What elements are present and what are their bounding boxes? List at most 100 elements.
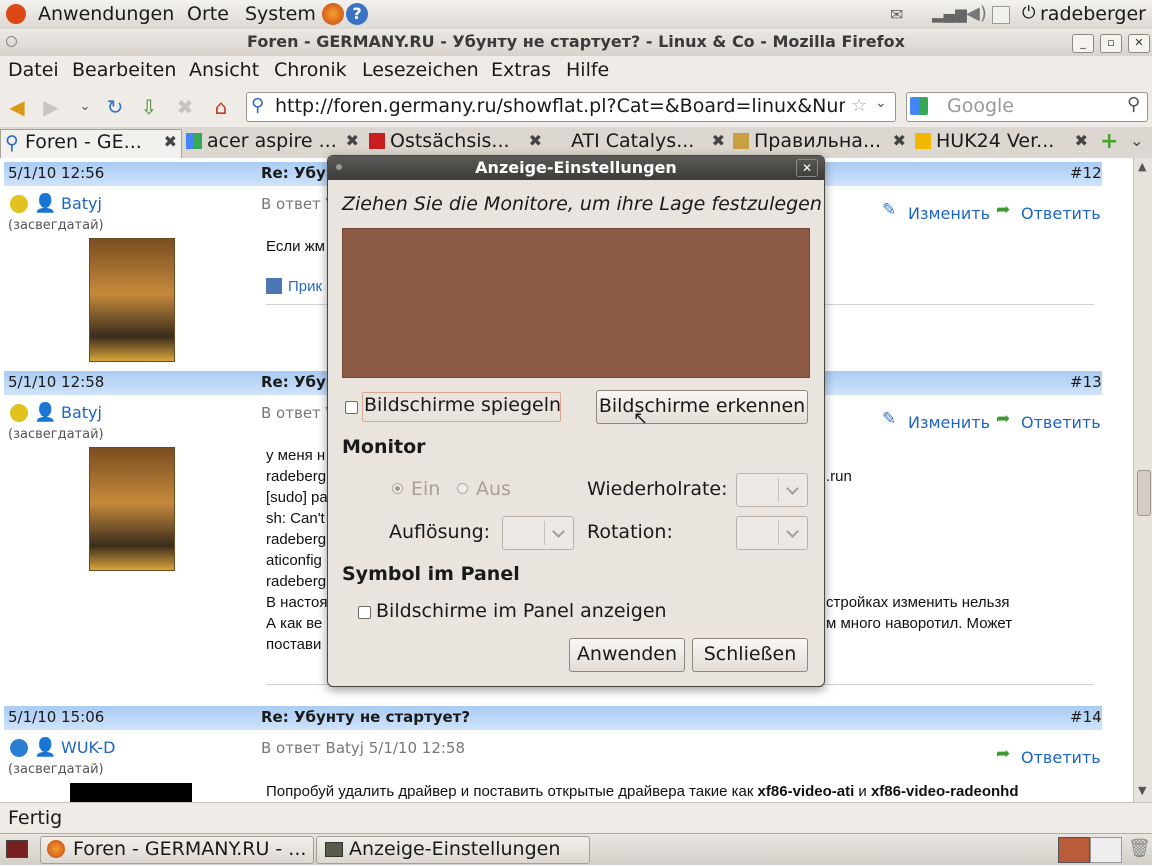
search-icon[interactable]: ⚲: [1127, 94, 1140, 115]
post-number[interactable]: #13: [1070, 373, 1102, 391]
reply-icon[interactable]: ➦: [996, 200, 1010, 220]
forward-icon[interactable]: ▶: [40, 96, 62, 118]
username[interactable]: radeberger: [1040, 3, 1146, 25]
reload-icon[interactable]: ↻: [104, 96, 126, 118]
tab-ati-catalyst[interactable]: ATI Catalys... ✖: [549, 129, 729, 157]
panel-icon-checkbox[interactable]: [358, 606, 371, 619]
monitor-heading: Monitor: [342, 436, 426, 458]
off-radio[interactable]: [457, 483, 468, 494]
power-icon[interactable]: ⏻: [1022, 3, 1035, 23]
reply-icon[interactable]: ➦: [996, 409, 1010, 429]
home-icon[interactable]: ⌂: [210, 96, 232, 118]
taskbar-firefox[interactable]: Foren - GERMANY.RU - ...: [40, 836, 314, 864]
reply-link[interactable]: Ответить: [1021, 748, 1101, 767]
close-tab-icon[interactable]: ✖: [346, 131, 359, 150]
menu-hilfe[interactable]: Hilfe: [566, 59, 609, 81]
close-tab-icon[interactable]: ✖: [1075, 131, 1088, 150]
menu-system[interactable]: System: [245, 3, 316, 25]
detect-monitors-button[interactable]: Bildschirme erkennen: [596, 390, 808, 424]
menu-extras[interactable]: Extras: [491, 59, 551, 81]
menu-lesezeichen[interactable]: Lesezeichen: [362, 59, 479, 81]
scrollbar-thumb[interactable]: [1137, 470, 1151, 516]
on-radio[interactable]: [392, 483, 403, 494]
maximize-button[interactable]: ▫: [1100, 34, 1122, 53]
tab-huk24[interactable]: HUK24 Ver... ✖: [912, 129, 1092, 157]
close-tab-icon[interactable]: ✖: [893, 131, 906, 150]
mouse-cursor-icon: ↖: [633, 408, 649, 429]
apply-button[interactable]: Anwenden: [569, 638, 685, 672]
history-dropdown-icon[interactable]: ⌄: [74, 96, 96, 118]
rotation-label: Rotation:: [587, 521, 673, 543]
edit-icon[interactable]: ✎: [882, 409, 896, 429]
tab-pravilna[interactable]: Правильна... ✖: [730, 129, 910, 157]
download-icon[interactable]: ⇩: [138, 96, 160, 118]
trash-icon[interactable]: 🗑: [1128, 838, 1151, 859]
menu-bearbeiten[interactable]: Bearbeiten: [72, 59, 176, 81]
menu-datei[interactable]: Datei: [8, 59, 59, 81]
avatar: [89, 238, 175, 362]
scroll-down-icon[interactable]: ▼: [1138, 784, 1146, 797]
refresh-rate-select[interactable]: [736, 473, 808, 507]
dialog-close-icon[interactable]: ✕: [796, 159, 818, 177]
attachment-link[interactable]: Прик: [288, 278, 322, 295]
page-scrollbar[interactable]: ▲ ▼: [1133, 158, 1152, 802]
post-number[interactable]: #12: [1070, 164, 1102, 182]
tab-acer[interactable]: acer aspire ... ✖: [183, 129, 363, 157]
close-tab-icon[interactable]: ✖: [164, 132, 177, 151]
tab-foren[interactable]: ⚲ Foren - GE... ✖: [0, 129, 182, 158]
tab-list-icon[interactable]: ⌄: [1130, 131, 1143, 150]
google-engine-icon[interactable]: [910, 97, 928, 115]
panel-icon-label[interactable]: Bildschirme im Panel anzeigen: [376, 600, 667, 622]
monitor-arrangement-area[interactable]: [342, 228, 810, 378]
reply-link[interactable]: Ответить: [1021, 204, 1101, 223]
minimize-button[interactable]: _: [1072, 34, 1094, 53]
post-subject[interactable]: Re: Убунту не стартует?: [261, 708, 470, 726]
url-dropdown-icon[interactable]: ⌄: [875, 95, 887, 111]
back-icon[interactable]: ◀: [6, 96, 28, 118]
scroll-up-icon[interactable]: ▲: [1138, 160, 1146, 173]
stop-icon[interactable]: ✖: [174, 96, 196, 118]
post-author[interactable]: WUK-D: [61, 738, 115, 757]
network-icon[interactable]: ▂▄▆: [932, 5, 967, 23]
menu-applications[interactable]: Anwendungen: [38, 3, 174, 25]
tab-ostsaechsis[interactable]: Ostsächsis... ✖: [366, 129, 546, 157]
post-subject[interactable]: Re: Убун: [261, 164, 336, 182]
mail-icon[interactable]: ✉: [890, 5, 903, 24]
menu-ansicht[interactable]: Ansicht: [189, 59, 259, 81]
firefox-launcher-icon[interactable]: [322, 3, 344, 25]
mirror-label[interactable]: Bildschirme spiegeln: [364, 394, 561, 416]
post-author[interactable]: Batyj: [61, 403, 102, 422]
edit-link[interactable]: Изменить: [908, 413, 990, 432]
post-author[interactable]: Batyj: [61, 194, 102, 213]
close-tab-icon[interactable]: ✖: [529, 131, 542, 150]
reply-link[interactable]: Ответить: [1021, 413, 1101, 432]
post-subject[interactable]: Re: Убун: [261, 373, 336, 391]
volume-icon[interactable]: ◀): [966, 3, 987, 24]
close-window-button[interactable]: ✕: [1128, 34, 1150, 53]
close-tab-icon[interactable]: ✖: [712, 131, 725, 150]
search-bar[interactable]: Google ⚲: [906, 92, 1148, 122]
reply-icon[interactable]: ➦: [996, 744, 1010, 764]
ubuntu-logo-icon[interactable]: [6, 4, 26, 24]
bookmark-star-icon[interactable]: ☆: [851, 95, 867, 116]
show-desktop-icon[interactable]: [6, 840, 28, 858]
post-number[interactable]: #14: [1070, 708, 1102, 726]
taskbar-display-settings[interactable]: Anzeige-Einstellungen: [316, 836, 590, 864]
resolution-select[interactable]: [502, 516, 574, 550]
rotation-select[interactable]: [736, 516, 808, 550]
workspace-switcher-2[interactable]: [1090, 837, 1122, 863]
workspace-switcher-1[interactable]: [1058, 837, 1090, 863]
new-tab-icon[interactable]: +: [1100, 129, 1118, 154]
help-icon[interactable]: ?: [346, 3, 368, 25]
user-online-icon: 👤: [34, 193, 57, 214]
edit-icon[interactable]: ✎: [882, 200, 896, 220]
menu-chronik[interactable]: Chronik: [274, 59, 347, 81]
mirror-checkbox[interactable]: [345, 401, 358, 414]
menu-places[interactable]: Orte: [187, 3, 229, 25]
edit-link[interactable]: Изменить: [908, 204, 990, 223]
battery-icon[interactable]: [992, 6, 1010, 24]
url-bar[interactable]: ⚲ http://foren.germany.ru/showflat.pl?Ca…: [246, 92, 896, 122]
post-text: radeberg: [266, 468, 327, 485]
close-button[interactable]: Schließen: [692, 638, 808, 672]
site-identity-icon[interactable]: ⚲: [251, 95, 264, 116]
